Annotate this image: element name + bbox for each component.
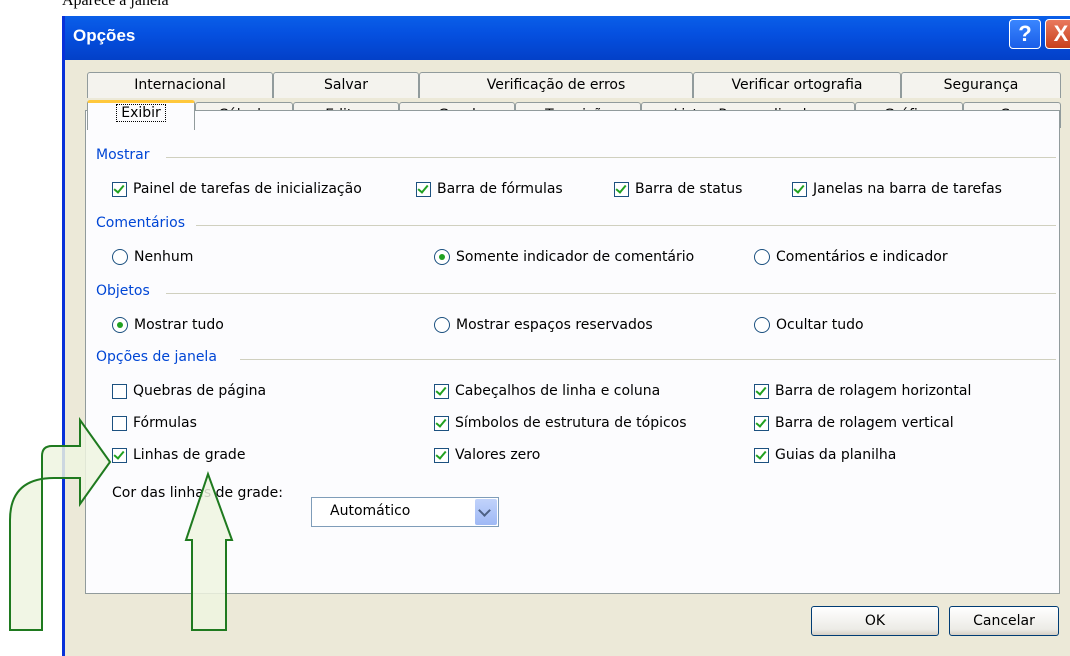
annotation-arrows <box>9 416 234 631</box>
up-arrow-annotation <box>184 470 234 631</box>
curved-arrow-annotation <box>9 416 112 631</box>
